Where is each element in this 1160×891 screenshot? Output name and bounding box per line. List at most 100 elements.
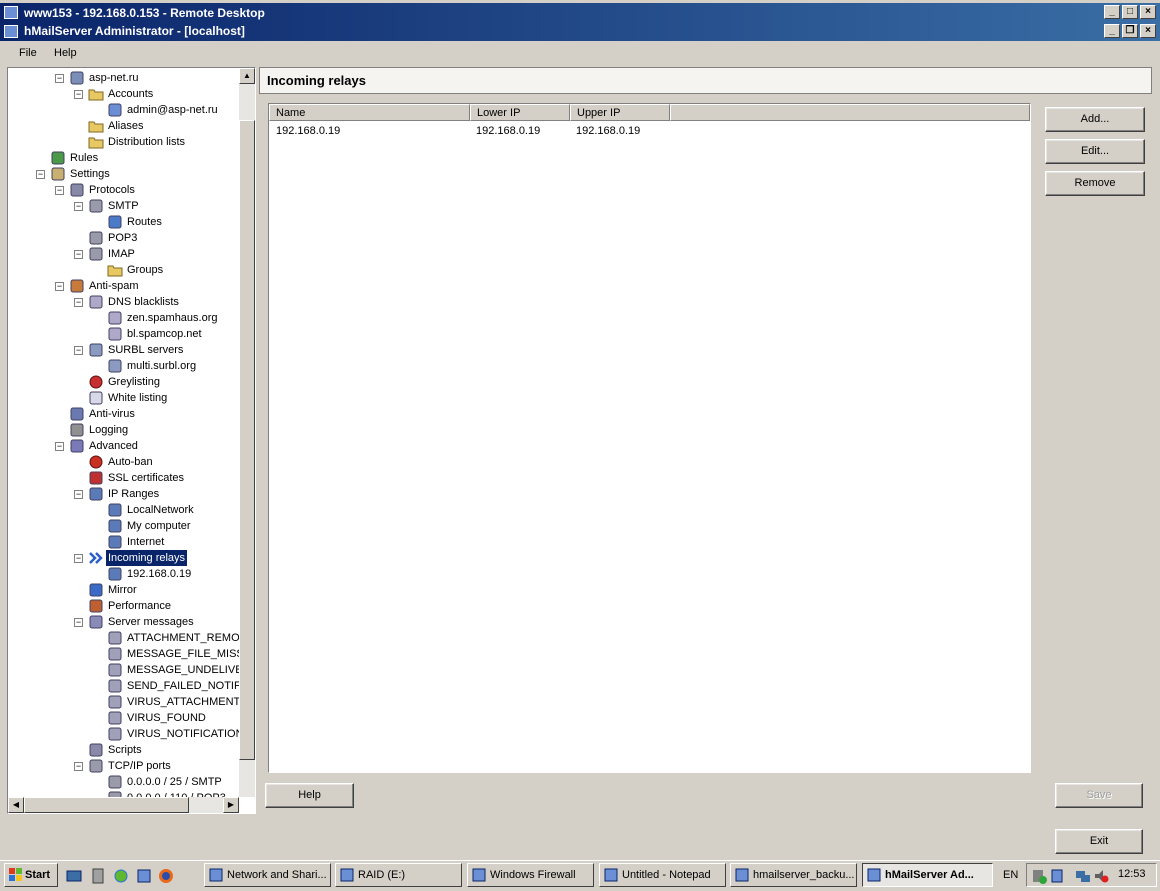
security-tray-icon[interactable] [1031,868,1047,884]
scroll-thumb[interactable] [24,797,189,813]
taskbar-button[interactable]: Untitled - Notepad [599,863,726,887]
tree-item[interactable]: Scripts [8,742,239,758]
tree-item[interactable]: Anti-virus [8,406,239,422]
edit-button[interactable]: Edit... [1045,139,1145,164]
network-tray-icon[interactable] [1075,868,1091,884]
tree-item[interactable]: Logging [8,422,239,438]
tree-item[interactable]: Groups [8,262,239,278]
save-button[interactable]: Save [1055,783,1143,808]
add-button[interactable]: Add... [1045,107,1145,132]
collapse-icon[interactable]: − [74,298,83,307]
tree-item[interactable]: ATTACHMENT_REMOVED [8,630,255,646]
taskbar-button[interactable]: hMailServer Ad... [862,863,993,887]
tree-item[interactable]: − IP Ranges [8,486,239,502]
tree-item[interactable]: zen.spamhaus.org [8,310,239,326]
collapse-icon[interactable]: − [74,490,83,499]
tree-item[interactable]: VIRUS_ATTACHMENT_REMOVED [8,694,255,710]
tree-item[interactable]: admin@asp-net.ru [8,102,239,118]
tree-item[interactable]: Auto-ban [8,454,239,470]
tree-item[interactable]: − Anti-spam [8,278,239,294]
tree-item[interactable]: MESSAGE_UNDELIVERABLE [8,662,255,678]
column-header-name[interactable]: Name [269,104,470,121]
tree-item[interactable]: Distribution lists [8,134,239,150]
volume-muted-icon[interactable] [1093,868,1109,884]
firefox-icon[interactable] [158,868,174,884]
language-indicator[interactable]: EN [1003,869,1018,881]
menu-file[interactable]: File [19,47,37,59]
tree-item[interactable]: POP3 [8,230,239,246]
tree-vertical-scrollbar[interactable]: ▲ [239,68,255,797]
minimize-icon[interactable]: _ [1104,24,1120,38]
network-quick-icon[interactable] [113,868,129,884]
collapse-icon[interactable]: − [74,618,83,627]
tree-item[interactable]: White listing [8,390,239,406]
tree-item[interactable]: − TCP/IP ports [8,758,239,774]
tree-item[interactable]: Mirror [8,582,239,598]
tree-item[interactable]: Rules [8,150,239,166]
tree-item[interactable]: SEND_FAILED_NOTIFICATION [8,678,255,694]
tree-item[interactable]: My computer [8,518,239,534]
collapse-icon[interactable]: − [74,346,83,355]
tree-item[interactable]: − DNS blacklists [8,294,239,310]
help-button[interactable]: Help [265,783,354,808]
remove-button[interactable]: Remove [1045,171,1145,196]
clock[interactable]: 12:53 [1118,868,1146,880]
collapse-icon[interactable]: − [74,762,83,771]
collapse-icon[interactable]: − [74,554,83,563]
tree-item[interactable]: − Settings [8,166,239,182]
tree-item[interactable]: − asp-net.ru [8,70,239,86]
taskbar-button[interactable]: hmailserver_backu... [730,863,857,887]
collapse-icon[interactable]: − [74,202,83,211]
tree-item[interactable]: VIRUS_FOUND [8,710,239,726]
tree-item[interactable]: 0.0.0.0 / 25 / SMTP [8,774,239,790]
tree-item[interactable]: − SMTP [8,198,239,214]
exit-button[interactable]: Exit [1055,829,1143,854]
tree-item[interactable]: multi.surbl.org [8,358,239,374]
column-header-lower-ip[interactable]: Lower IP [470,104,570,121]
close-icon[interactable]: × [1140,24,1156,38]
column-header-upper-ip[interactable]: Upper IP [570,104,670,121]
tree-item[interactable]: 192.168.0.19 [8,566,239,582]
tree-item[interactable]: − SURBL servers [8,342,239,358]
taskbar-button[interactable]: Windows Firewall [467,863,594,887]
tree-item[interactable]: − Incoming relays [8,549,239,567]
menu-help[interactable]: Help [54,47,77,59]
tree-item[interactable]: Greylisting [8,374,239,390]
start-button[interactable]: Start [4,863,58,887]
tree-item[interactable]: − Accounts [8,86,239,102]
server-manager-icon[interactable] [90,868,106,884]
tree-item[interactable]: Performance [8,598,239,614]
app-quick-icon[interactable] [136,868,152,884]
collapse-icon[interactable]: − [74,250,83,259]
taskbar-button[interactable]: RAID (E:) [335,863,462,887]
relays-list[interactable]: Name Lower IP Upper IP 192.168.0.19 192.… [268,103,1031,773]
tree-item[interactable]: − Protocols [8,182,239,198]
collapse-icon[interactable]: − [55,186,64,195]
tree-item[interactable]: − IMAP [8,246,239,262]
scroll-up-icon[interactable]: ▲ [239,68,255,84]
tree-item[interactable]: Internet [8,534,239,550]
tree-item[interactable]: bl.spamcop.net [8,326,239,342]
show-desktop-icon[interactable] [66,868,82,884]
close-icon[interactable]: × [1140,5,1156,19]
tree-item[interactable]: MESSAGE_FILE_MISSING [8,646,255,662]
tree-item[interactable]: − Server messages [8,614,239,630]
tree-horizontal-scrollbar[interactable]: ◀ ▶ [8,797,239,813]
tree-item[interactable]: Routes [8,214,239,230]
scroll-right-icon[interactable]: ▶ [223,797,239,813]
tree-item[interactable]: VIRUS_NOTIFICATION [8,726,244,742]
taskbar-button[interactable]: Network and Shari... [204,863,331,887]
scroll-thumb[interactable] [239,120,255,760]
minimize-icon[interactable]: _ [1104,5,1120,19]
tree-item[interactable]: LocalNetwork [8,502,239,518]
maximize-icon[interactable]: □ [1122,5,1138,19]
collapse-icon[interactable]: − [36,170,45,179]
tree-item[interactable]: SSL certificates [8,470,239,486]
tree-item[interactable]: Aliases [8,118,239,134]
collapse-icon[interactable]: − [55,74,64,83]
collapse-icon[interactable]: − [55,282,64,291]
app-titlebar[interactable]: hMailServer Administrator - [localhost] … [0,22,1160,41]
tree-item[interactable]: − Advanced [8,438,239,454]
server-tray-icon[interactable] [1049,868,1065,884]
collapse-icon[interactable]: − [74,90,83,99]
